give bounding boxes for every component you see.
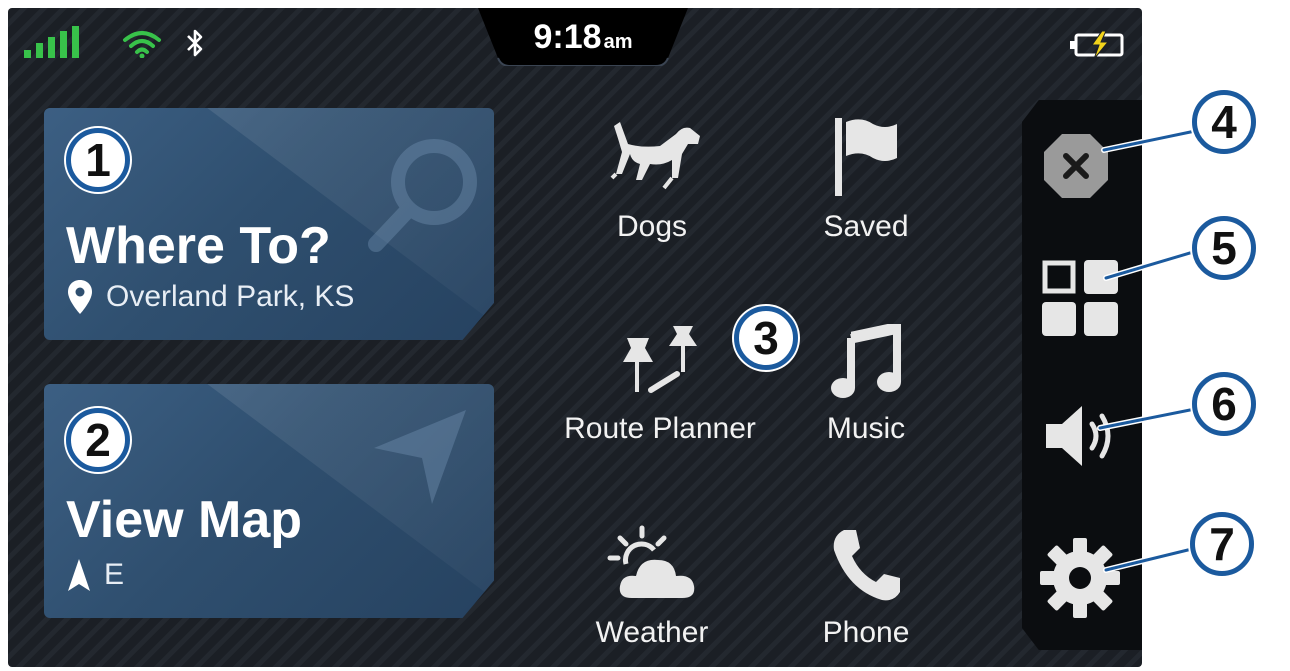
callout-4: 4: [1192, 90, 1256, 154]
callout-2: 2: [66, 408, 130, 472]
callout-leaders: [1097, 127, 1203, 573]
callout-6: 6: [1192, 372, 1256, 436]
callout-7: 7: [1190, 512, 1254, 576]
callout-3: 3: [734, 306, 798, 370]
callout-1: 1: [66, 128, 130, 192]
callout-5: 5: [1192, 216, 1256, 280]
